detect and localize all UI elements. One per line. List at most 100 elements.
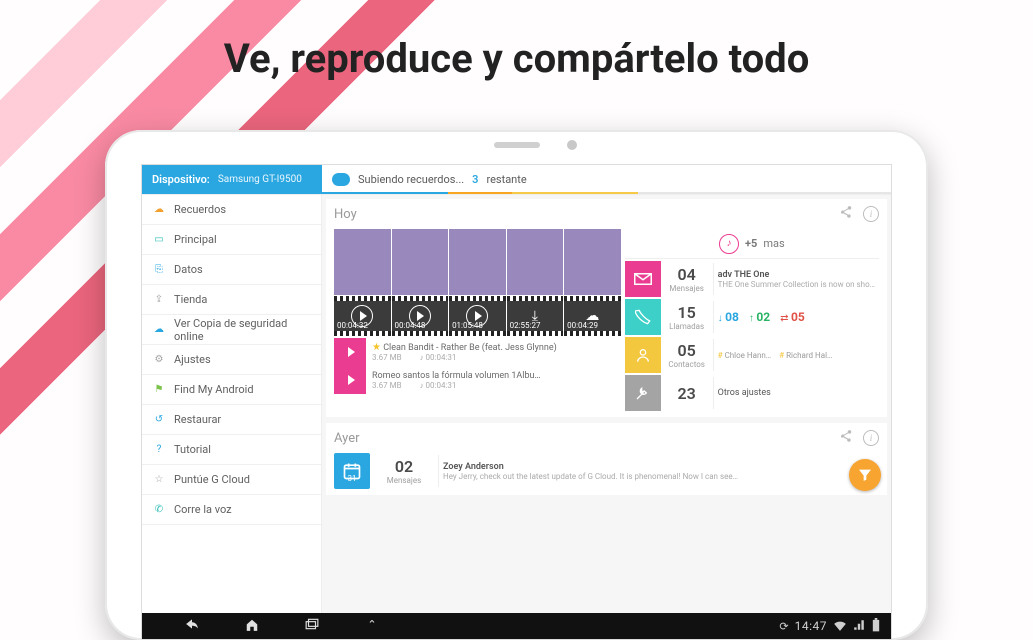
contacts-label: Contactos [661, 360, 713, 369]
video-thumbnails: 00:04:3200:04:4801:05:48⤓02:55:27☁00:04:… [334, 296, 621, 336]
stat-calls[interactable]: 15 Llamadas ↓ 08 ↑ 02 ⇄ 05 [625, 299, 879, 335]
home-button[interactable] [242, 618, 262, 635]
video-thumbnail[interactable]: 00:04:32 [334, 296, 391, 336]
message-preview: THE One Summer Collection is now on sho… [718, 280, 875, 289]
video-thumbnail[interactable]: ⤓02:55:27 [507, 296, 564, 336]
sidebar-item-10[interactable]: ✆ Corre la voz [142, 495, 321, 525]
download-icon: ⤓ [532, 308, 538, 324]
more-items-banner[interactable]: ♪ +5 mas [625, 229, 879, 259]
sidebar-item-2[interactable]: ⎘ Datos [142, 255, 321, 285]
video-thumbnail[interactable]: 01:05:48 [449, 296, 506, 336]
star-icon: ★ [372, 342, 381, 353]
sidebar-item-1[interactable]: ▭ Principal [142, 225, 321, 255]
filter-button[interactable] [849, 459, 881, 491]
sidebar-item-6[interactable]: ⚑ Find My Android [142, 375, 321, 405]
sidebar-item-label: Recuerdos [174, 203, 226, 216]
message-sender: adv THE One [718, 270, 875, 280]
sidebar-item-icon: ⚑ [152, 383, 166, 397]
share-icon[interactable] [839, 205, 853, 223]
music-note-icon: ♪ [719, 234, 739, 254]
cloud-icon: ☁ [585, 308, 599, 324]
photo-thumbnail[interactable] [564, 229, 621, 295]
upload-suffix: restante [486, 173, 526, 186]
section-today: Hoy i [326, 199, 887, 417]
app-body: ☁ Recuerdos▭ Principal⎘ Datos⇪ Tienda☁ V… [142, 195, 891, 613]
contact-tag: Chloe Hann… [718, 351, 772, 360]
cloud-upload-icon [332, 173, 350, 186]
section-yesterday-title: Ayer [334, 431, 360, 446]
back-button[interactable] [182, 618, 202, 635]
calls-label: Llamadas [661, 322, 713, 331]
calendar-icon: 31 [334, 453, 370, 489]
settings-label: Otros ajustes [718, 388, 875, 398]
section-yesterday: Ayer i 31 02 Men [326, 423, 887, 495]
sidebar-item-label: Tutorial [174, 443, 211, 456]
upload-count: 3 [472, 173, 478, 186]
photo-thumbnail[interactable] [334, 229, 391, 295]
photo-thumbnails[interactable] [334, 229, 621, 295]
sidebar-item-4[interactable]: ☁ Ver Copia de seguridad online [142, 315, 321, 345]
phone-icon [625, 299, 661, 335]
sidebar-item-9[interactable]: ☆ Puntúe G Cloud [142, 465, 321, 495]
clock: 14:47 [795, 619, 827, 633]
stat-contacts[interactable]: 05 Contactos Chloe Hann… Richard Hal… [625, 337, 879, 373]
envelope-icon [625, 261, 661, 297]
play-icon [466, 305, 488, 327]
ayer-messages-label: Mensajes [378, 476, 430, 485]
settings-count: 23 [678, 384, 696, 403]
contact-tag: Richard Hal… [779, 351, 832, 360]
section-today-title: Hoy [334, 207, 357, 222]
video-thumbnail[interactable]: ☁00:04:29 [564, 296, 621, 336]
recents-button[interactable] [302, 618, 322, 635]
person-icon [625, 337, 661, 373]
sidebar-item-icon: ⇪ [152, 293, 166, 307]
sidebar: ☁ Recuerdos▭ Principal⎘ Datos⇪ Tienda☁ V… [142, 195, 322, 613]
sidebar-item-8[interactable]: ? Tutorial [142, 435, 321, 465]
battery-icon [871, 618, 881, 635]
sidebar-item-icon: ☁ [152, 323, 166, 337]
play-button[interactable] [334, 366, 366, 394]
info-icon[interactable]: i [863, 430, 879, 446]
android-navbar: ⌃ ⟳ 14:47 [142, 613, 891, 639]
device-box[interactable]: Dispositivo: Samsung GT-I9500 [142, 165, 322, 194]
song-title: Romeo santos la fórmula volumen 1Álbu… [372, 371, 540, 381]
tablet-speaker [494, 142, 540, 148]
calls-incoming: ↓ 08 [718, 310, 739, 324]
song-duration: ♪ 00:04:31 [420, 381, 457, 390]
device-name: Samsung GT-I9500 [218, 174, 302, 185]
photo-thumbnail[interactable] [449, 229, 506, 295]
device-label: Dispositivo: [152, 173, 210, 186]
sidebar-item-label: Tienda [174, 293, 207, 306]
sidebar-item-icon: ☆ [152, 473, 166, 487]
sidebar-item-icon: ? [152, 443, 166, 457]
music-row[interactable]: Romeo santos la fórmula volumen 1Álbu… 3… [334, 366, 621, 394]
sidebar-item-3[interactable]: ⇪ Tienda [142, 285, 321, 315]
sidebar-item-icon: ⚙ [152, 353, 166, 367]
app-header: Dispositivo: Samsung GT-I9500 Subiendo r… [142, 165, 891, 195]
sidebar-item-label: Find My Android [174, 383, 254, 396]
music-row[interactable]: ★ Clean Bandit - Rather Be (feat. Jess G… [334, 338, 621, 366]
video-thumbnail[interactable]: 00:04:48 [392, 296, 449, 336]
sidebar-item-label: Corre la voz [174, 503, 232, 516]
photo-thumbnail[interactable] [392, 229, 449, 295]
sidebar-item-7[interactable]: ↺ Restaurar [142, 405, 321, 435]
sidebar-item-label: Datos [174, 263, 203, 276]
tablet-frame: Dispositivo: Samsung GT-I9500 Subiendo r… [105, 130, 928, 640]
progress-segments [322, 192, 891, 194]
stat-messages[interactable]: 04 Mensajes adv THE One THE One Summer C… [625, 261, 879, 297]
expand-button[interactable]: ⌃ [362, 618, 382, 635]
calendar-day: 31 [348, 474, 357, 483]
calls-count: 15 [678, 303, 696, 322]
share-icon[interactable] [839, 429, 853, 447]
more-label: mas [763, 237, 784, 250]
info-icon[interactable]: i [863, 206, 879, 222]
sidebar-item-0[interactable]: ☁ Recuerdos [142, 195, 321, 225]
sidebar-item-5[interactable]: ⚙ Ajustes [142, 345, 321, 375]
photo-thumbnail[interactable] [507, 229, 564, 295]
stat-settings[interactable]: 23 Otros ajustes [625, 375, 879, 411]
sidebar-item-label: Puntúe G Cloud [174, 473, 250, 486]
calls-outgoing: ↑ 02 [749, 310, 770, 324]
play-button[interactable] [334, 338, 366, 366]
upload-status: Subiendo recuerdos... 3 restante [322, 165, 891, 194]
play-icon [351, 305, 373, 327]
